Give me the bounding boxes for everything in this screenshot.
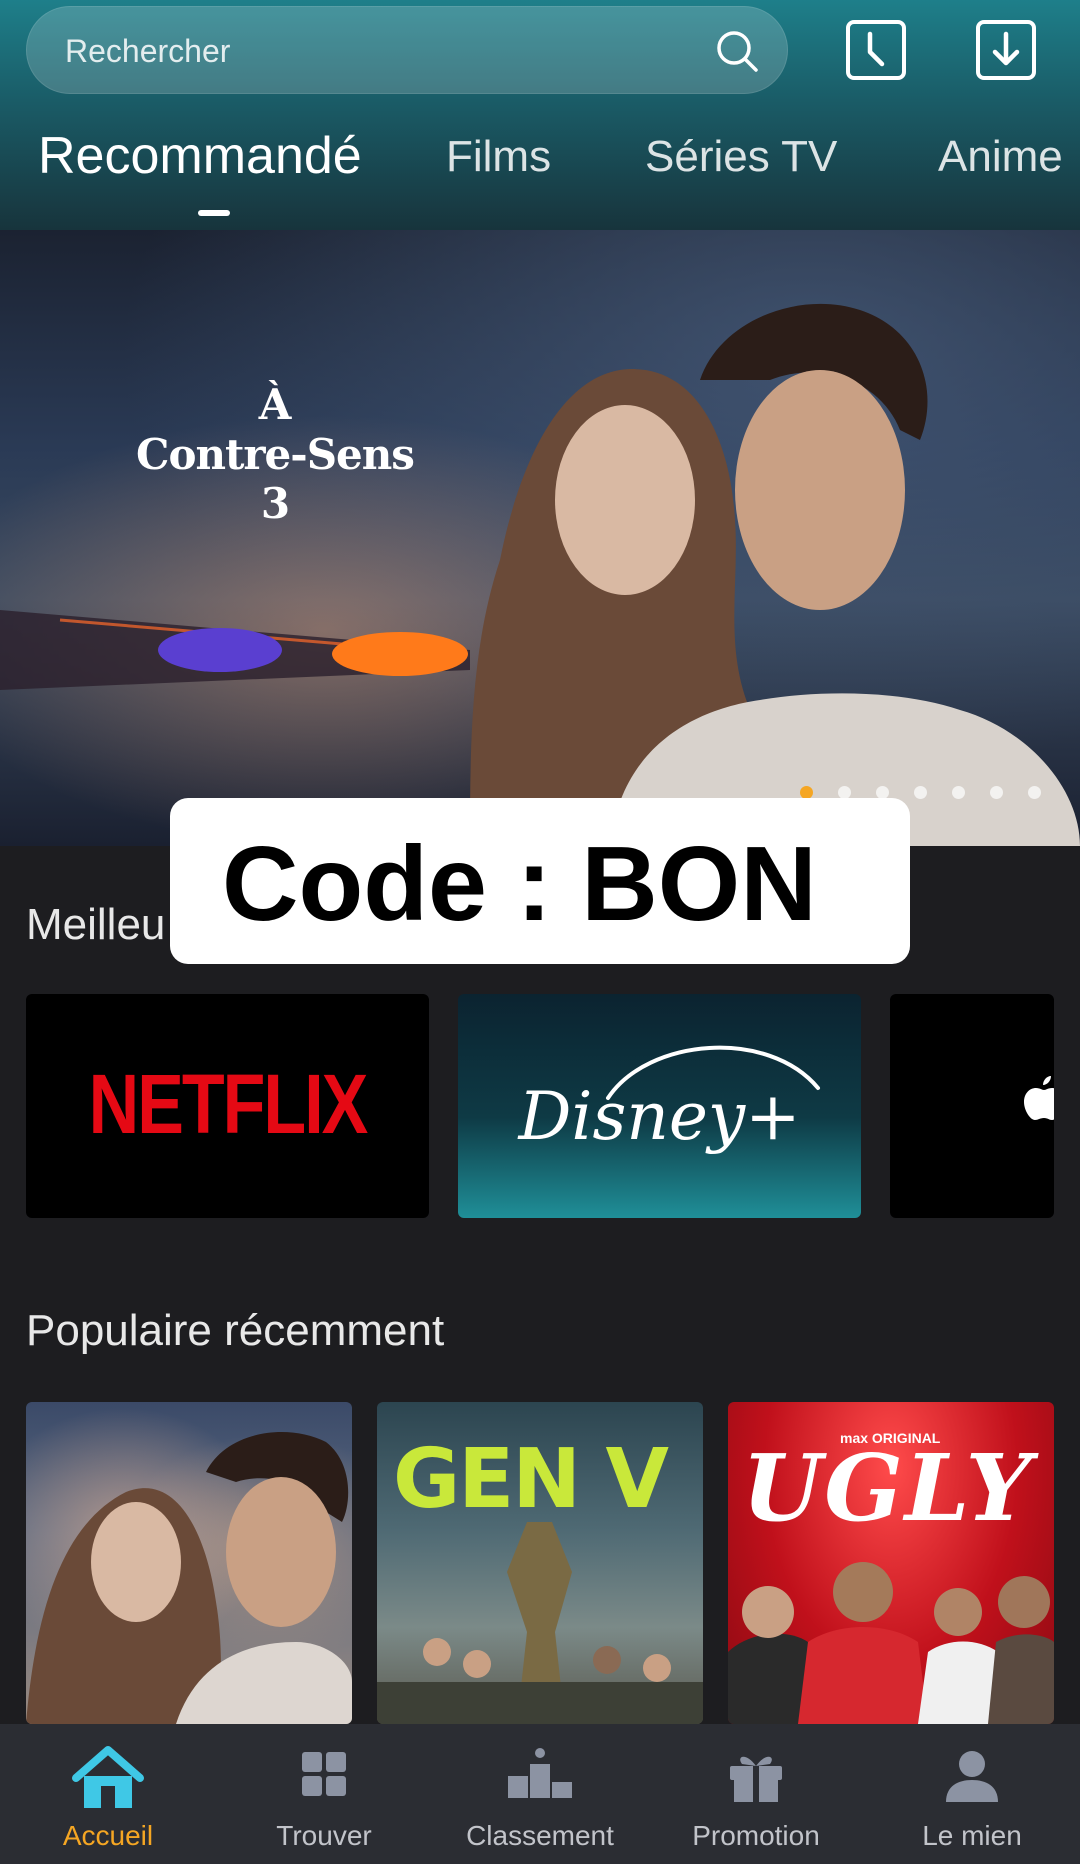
poster-gen-v[interactable]: GEN V [377, 1402, 703, 1724]
hero-title-line2: Contre-Sens 3 [136, 430, 415, 528]
gift-icon [730, 1756, 782, 1802]
carousel-dot[interactable] [1028, 786, 1041, 799]
disney-plus-logo: Disney+ [518, 1078, 801, 1155]
carousel-dot[interactable] [952, 786, 965, 799]
poster-artwork [377, 1522, 703, 1724]
poster-artwork [728, 1562, 1054, 1724]
provider-netflix[interactable]: NETFLIX [26, 994, 429, 1218]
poster-a-contre-sens-3[interactable] [26, 1402, 352, 1724]
netflix-logo: NETFLIX [88, 1057, 369, 1151]
provider-apple-tv[interactable] [890, 994, 1054, 1218]
tab-films[interactable]: Films [446, 132, 551, 182]
tab-recommande[interactable]: Recommandé [38, 126, 362, 186]
poster-ugly[interactable]: max ORIGINAL UGLY [728, 1402, 1054, 1724]
tab-anime[interactable]: Anime [938, 132, 1063, 182]
nav-label: Trouver [276, 1820, 372, 1851]
carousel-dot[interactable] [914, 786, 927, 799]
promo-code-overlay: Code : BON [170, 798, 910, 964]
nav-label: Promotion [692, 1820, 820, 1851]
carousel-dot[interactable] [990, 786, 1003, 799]
download-icon[interactable] [974, 18, 1038, 82]
poster-artwork [26, 1432, 352, 1724]
nav-label: Le mien [922, 1820, 1022, 1851]
provider-disney-plus[interactable]: Disney+ [458, 994, 861, 1218]
popular-section-title: Populaire récemment [26, 1306, 445, 1355]
promo-code-text: Code : BON [222, 825, 817, 943]
podium-icon [508, 1748, 572, 1798]
home-icon [72, 1746, 144, 1808]
nav-le-mien[interactable]: Le mien [864, 1724, 1080, 1864]
grid-icon [302, 1752, 346, 1796]
apple-icon [1024, 1076, 1054, 1120]
category-tabs: Recommandé Films Séries TV Anime [0, 127, 1080, 216]
hero-title-line1: À [258, 380, 292, 429]
hero-artwork [0, 303, 1080, 846]
active-tab-indicator [198, 210, 230, 216]
nav-promotion[interactable]: Promotion [648, 1724, 864, 1864]
providers-section-title: Meilleu [26, 900, 166, 949]
user-icon [946, 1751, 998, 1802]
nav-label: Accueil [62, 1820, 154, 1851]
app-header: Rechercher Recommandé Films Séries TV An… [0, 0, 1080, 230]
bottom-navigation: Accueil Trouver Classement Promotion Le … [0, 1724, 1080, 1864]
tab-series-tv[interactable]: Séries TV [645, 132, 837, 182]
hero-banner[interactable]: À Contre-Sens 3 [0, 230, 1080, 846]
search-icon[interactable] [713, 27, 761, 75]
nav-accueil[interactable]: Accueil [0, 1724, 216, 1864]
history-icon[interactable] [844, 18, 908, 82]
search-bar[interactable]: Rechercher [26, 6, 788, 94]
nav-classement[interactable]: Classement [432, 1724, 648, 1864]
nav-trouver[interactable]: Trouver [216, 1724, 432, 1864]
search-placeholder: Rechercher [65, 33, 231, 69]
nav-label: Classement [466, 1820, 614, 1851]
